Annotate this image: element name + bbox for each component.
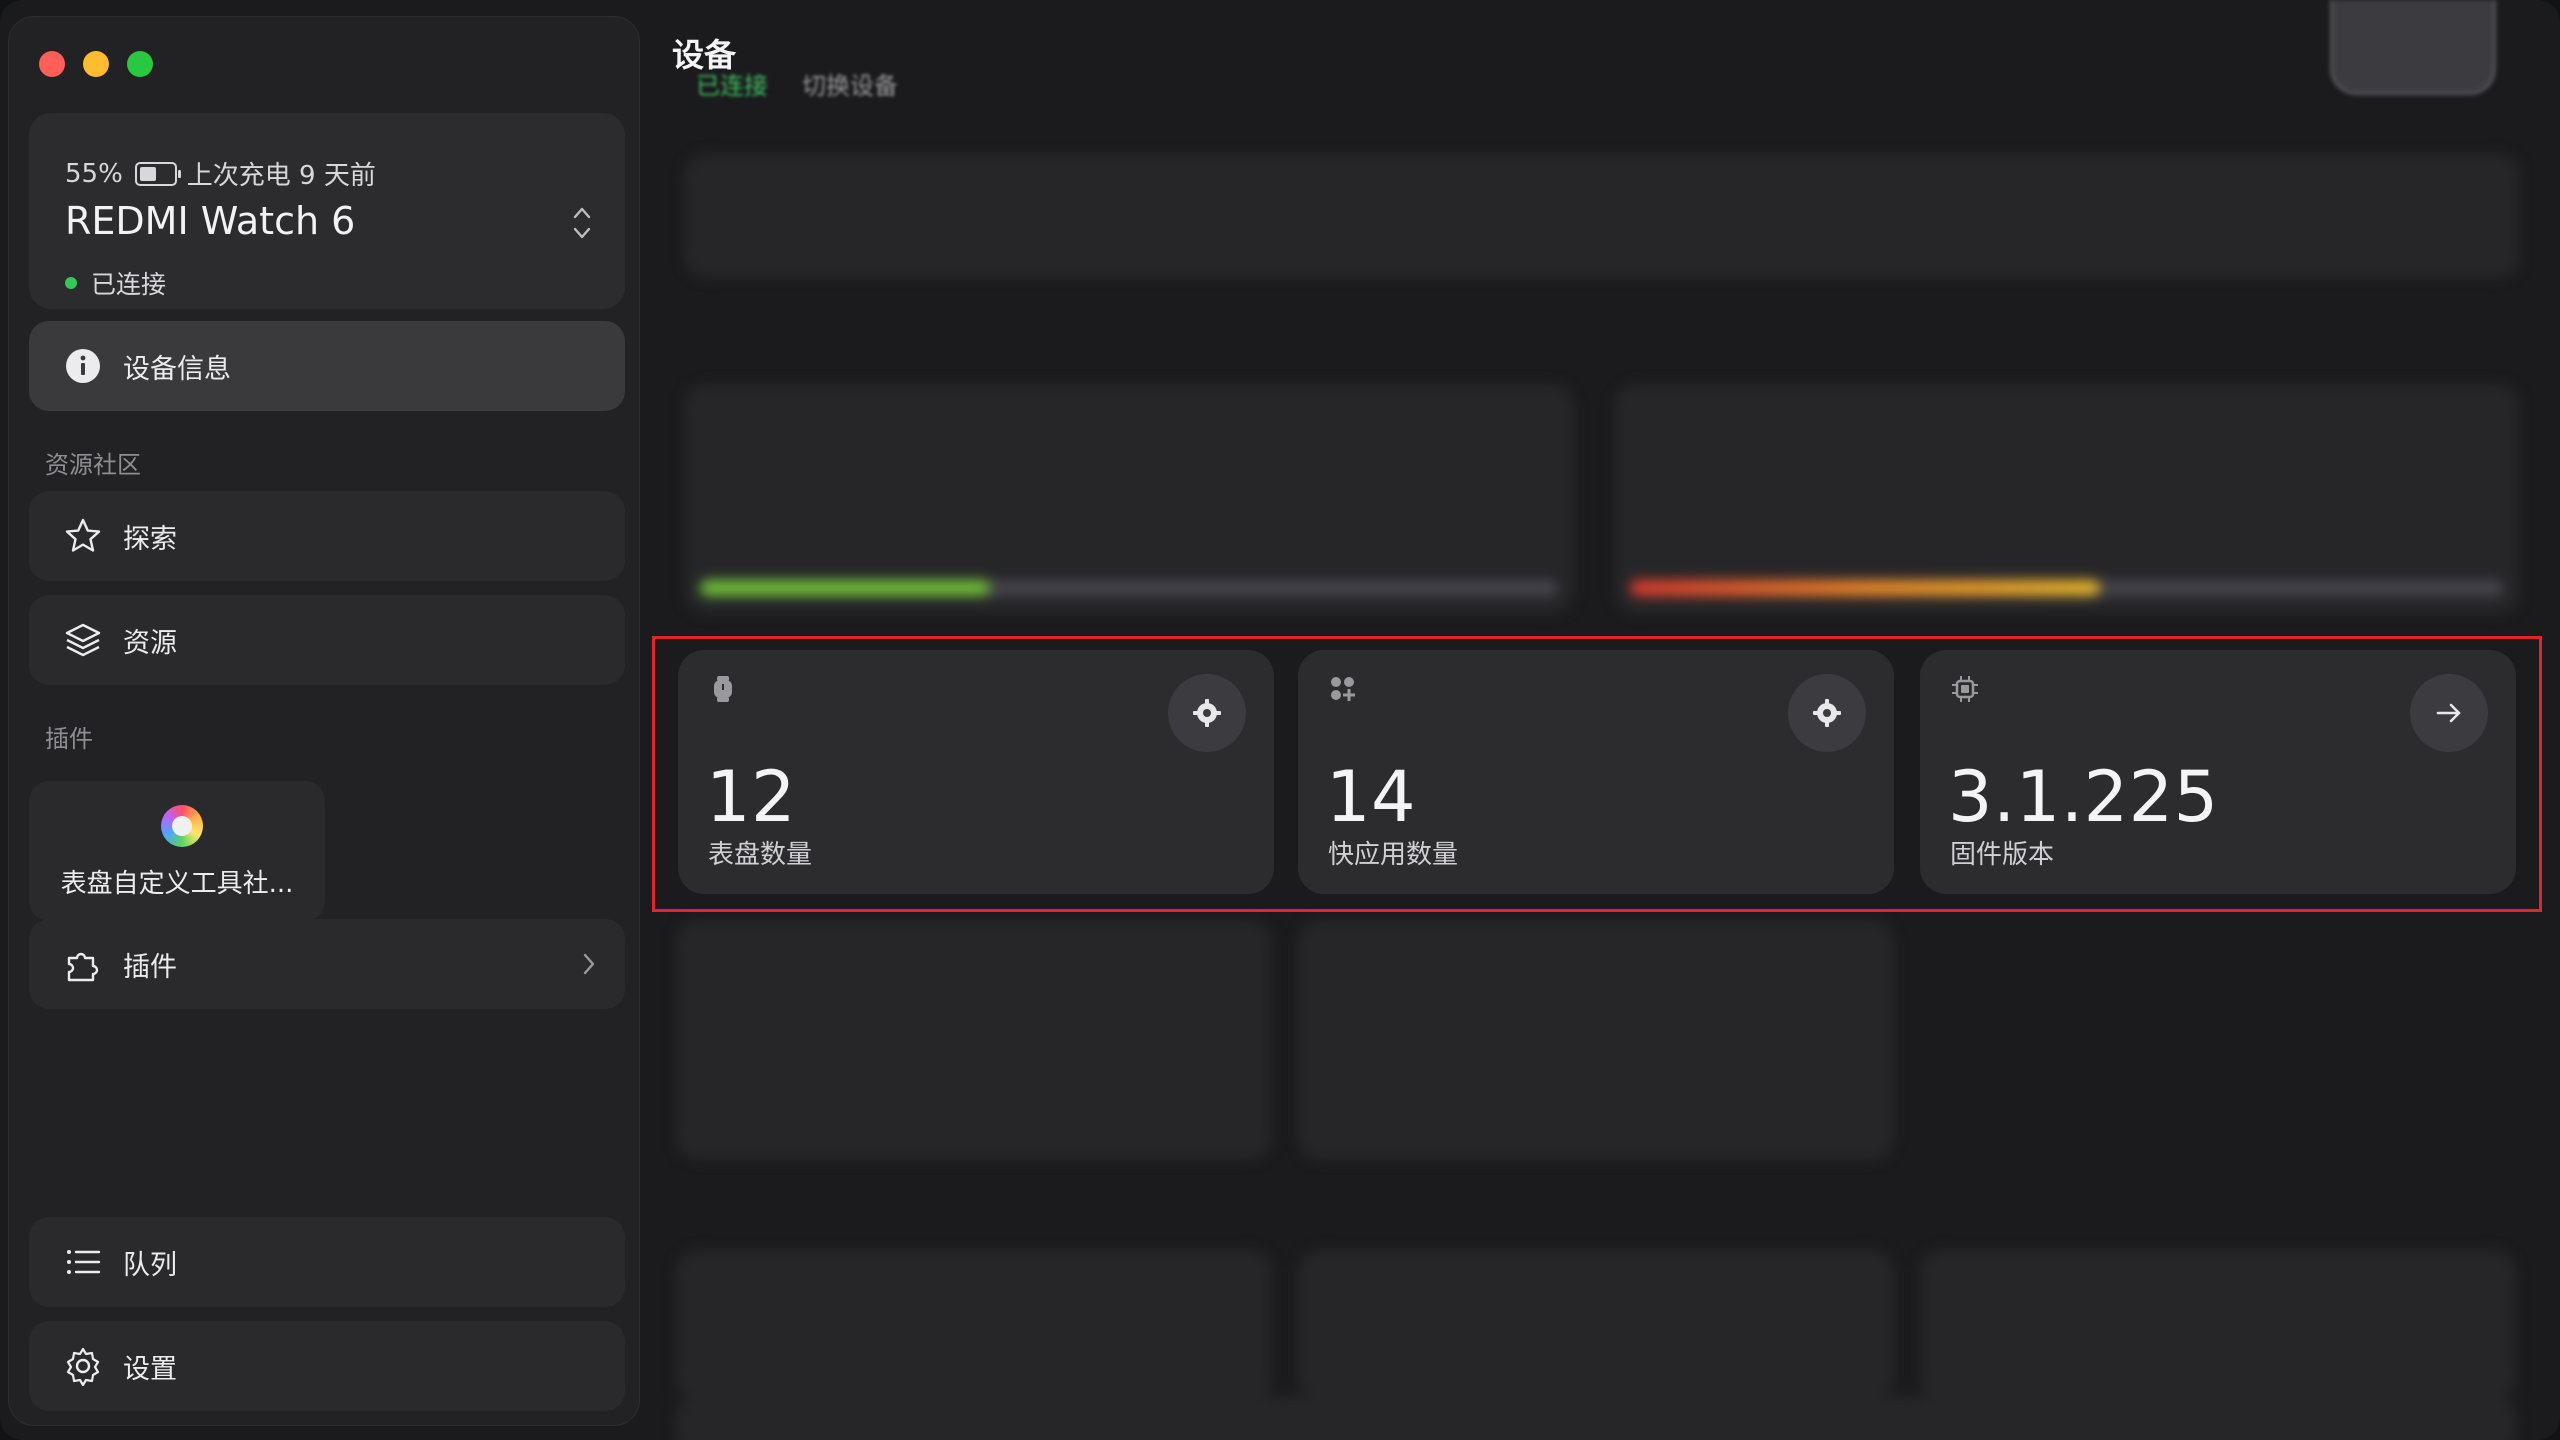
sidebar-item-device-info[interactable]: 设备信息 — [29, 321, 625, 411]
blurred-card — [1298, 920, 1894, 1160]
chip-icon — [1952, 676, 1978, 702]
sidebar-item-label: 探索 — [123, 523, 177, 555]
device-card[interactable]: 55% 上次充电 9 天前 REDMI Watch 6 已连接 — [29, 113, 625, 309]
sidebar-item-label: 设备信息 — [123, 353, 231, 385]
stat-card-watchfaces[interactable]: 12 表盘数量 — [678, 650, 1274, 894]
watchface-count: 12 — [706, 756, 797, 838]
switch-device-button[interactable]: 切换设备 — [802, 66, 898, 101]
quickapp-settings-button[interactable] — [1788, 674, 1866, 752]
sidebar-item-label: 资源 — [123, 627, 177, 659]
gear-icon — [63, 1346, 103, 1386]
stat-card-quickapps[interactable]: 14 快应用数量 — [1298, 650, 1894, 894]
quickapp-count: 14 — [1326, 756, 1417, 838]
gear-icon — [1193, 699, 1221, 727]
app-window: 55% 上次充电 9 天前 REDMI Watch 6 已连接 设备信息 资源社… — [0, 0, 2560, 1440]
blurred-banner — [684, 154, 2520, 278]
window-controls — [39, 51, 153, 77]
quickapp-count-label: 快应用数量 — [1328, 840, 1459, 870]
sidebar-item-resources[interactable]: 资源 — [29, 595, 625, 685]
watchface-settings-button[interactable] — [1168, 674, 1246, 752]
connection-status-label: 已连接 — [91, 270, 167, 299]
sidebar-item-label: 设置 — [123, 1353, 177, 1385]
section-label-community: 资源社区 — [45, 451, 141, 479]
puzzle-icon — [63, 944, 103, 984]
header-subline: 已连接 切换设备 — [696, 66, 898, 101]
blurred-card — [1298, 1250, 1894, 1400]
section-label-plugins: 插件 — [45, 725, 93, 753]
blurred-card — [676, 1250, 1272, 1400]
chevron-updown-icon[interactable] — [571, 201, 593, 245]
list-icon — [63, 1242, 103, 1282]
minimize-window-button[interactable] — [83, 51, 109, 77]
header-connection-status: 已连接 — [696, 72, 768, 100]
plugin-tile-name: 表盘自定义工具社... — [60, 869, 294, 899]
watchface-count-label: 表盘数量 — [708, 840, 813, 870]
blurred-card — [1920, 1250, 2516, 1400]
close-window-button[interactable] — [39, 51, 65, 77]
device-name: REDMI Watch 6 — [65, 199, 356, 243]
battery-icon — [134, 161, 181, 186]
watch-icon — [714, 676, 732, 702]
zoom-window-button[interactable] — [127, 51, 153, 77]
sidebar-item-queue[interactable]: 队列 — [29, 1217, 625, 1307]
blurred-card — [676, 920, 1272, 1160]
sidebar-item-label: 队列 — [123, 1249, 177, 1281]
sidebar-item-explore[interactable]: 探索 — [29, 491, 625, 581]
blurred-card — [676, 1396, 2516, 1440]
chevron-right-icon — [583, 953, 595, 975]
firmware-details-button[interactable] — [2410, 674, 2488, 752]
sidebar-item-settings[interactable]: 设置 — [29, 1321, 625, 1411]
info-icon — [63, 346, 103, 386]
battery-row: 55% 上次充电 9 天前 — [65, 155, 376, 192]
firmware-version: 3.1.225 — [1948, 756, 2219, 838]
last-charge-text: 上次充电 9 天前 — [186, 161, 376, 191]
watch-image — [2330, 0, 2496, 95]
battery-percent: 55% — [65, 158, 123, 189]
connected-dot-icon — [65, 277, 77, 289]
stat-card-firmware[interactable]: 3.1.225 固件版本 — [1920, 650, 2516, 894]
blurred-storage-card — [684, 384, 1574, 614]
sidebar-item-plugins[interactable]: 插件 — [29, 919, 625, 1009]
star-icon — [63, 516, 103, 556]
arrow-right-icon — [2436, 703, 2461, 723]
layers-icon — [63, 620, 103, 660]
blurred-battery-card — [1614, 384, 2520, 614]
firmware-version-label: 固件版本 — [1950, 840, 2055, 870]
apps-icon — [1331, 677, 1355, 701]
plugin-logo-icon — [161, 805, 203, 847]
gear-icon — [1813, 699, 1841, 727]
plugin-tile-watchface-tool[interactable]: 表盘自定义工具社... — [29, 781, 325, 921]
sidebar-item-label: 插件 — [123, 951, 177, 983]
connection-status: 已连接 — [65, 265, 166, 301]
sidebar: 55% 上次充电 9 天前 REDMI Watch 6 已连接 设备信息 资源社… — [8, 16, 640, 1426]
